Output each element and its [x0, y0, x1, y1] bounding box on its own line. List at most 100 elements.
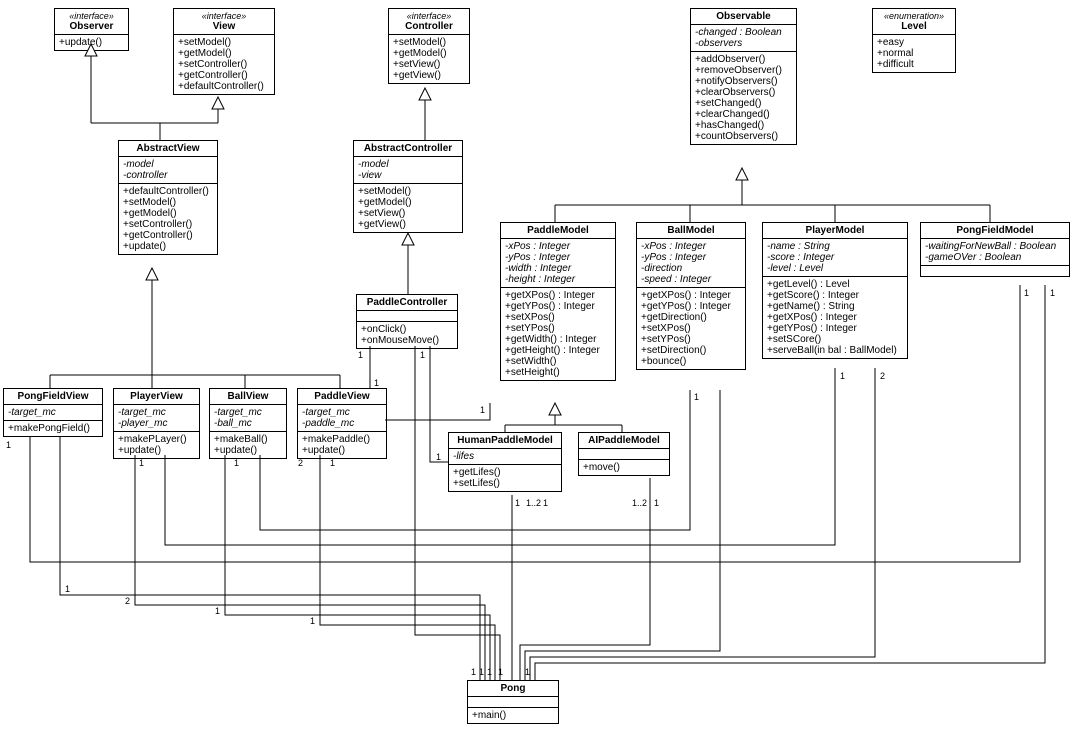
- attr: -speed : Integer: [641, 274, 741, 285]
- stereotype: «enumeration»: [877, 11, 951, 21]
- mult: 1: [65, 584, 70, 594]
- attr: -name : String: [767, 241, 903, 252]
- method: +setXPos(): [641, 323, 741, 334]
- mult: 1: [215, 606, 220, 616]
- method: +getModel(): [123, 208, 213, 219]
- method: +update(): [118, 445, 195, 456]
- mult: 1: [420, 350, 425, 360]
- class-name: BallModel: [641, 225, 741, 236]
- method: +notifyObservers(): [695, 76, 792, 87]
- mult: 1: [487, 667, 492, 677]
- method: +getView(): [393, 70, 465, 81]
- method: +getModel(): [393, 48, 465, 59]
- mult: 1..2: [632, 498, 647, 508]
- method: +makePongField(): [8, 423, 98, 434]
- class-name: Controller: [393, 21, 465, 32]
- class-name: PlayerModel: [767, 225, 903, 236]
- attr: -observers: [695, 38, 792, 49]
- method: +setWidth(): [505, 356, 611, 367]
- method: +getName() : String: [767, 301, 903, 312]
- method: +getXPos() : Integer: [767, 312, 903, 323]
- class-controller: «interface»Controller +setModel() +getMo…: [388, 8, 470, 84]
- method: +defaultController(): [123, 186, 213, 197]
- method: +makePLayer(): [118, 434, 195, 445]
- method: +getYPos() : Integer: [505, 301, 611, 312]
- mult: 1: [525, 667, 530, 677]
- method: +hasChanged(): [695, 120, 792, 131]
- enum-value: +easy: [877, 37, 951, 48]
- method: +update(): [59, 37, 124, 48]
- method: +removeObserver(): [695, 65, 792, 76]
- class-ballview: BallView -target_mc -ball_mc +makeBall()…: [209, 388, 287, 459]
- method: +getHeight() : Integer: [505, 345, 611, 356]
- method: +move(): [583, 462, 665, 473]
- method: +setYPos(): [505, 323, 611, 334]
- mult: 1: [543, 498, 548, 508]
- attr: -level : Level: [767, 263, 903, 274]
- class-name: Observable: [695, 11, 792, 22]
- method: +setView(): [358, 208, 458, 219]
- attr: -target_mc: [118, 407, 195, 418]
- method: +getController(): [178, 70, 270, 81]
- class-name: BallView: [214, 391, 282, 402]
- method: +setModel(): [358, 186, 458, 197]
- attr: -direction: [641, 263, 741, 274]
- attr: -controller: [123, 170, 213, 181]
- class-name: AbstractController: [358, 143, 458, 154]
- method: +setDirection(): [641, 345, 741, 356]
- method: +addObserver(): [695, 54, 792, 65]
- class-observable: Observable -changed : Boolean -observers…: [690, 8, 797, 145]
- class-playermodel: PlayerModel -name : String -score : Inte…: [762, 222, 908, 359]
- class-name: PlayerView: [118, 391, 195, 402]
- method: +getModel(): [358, 197, 458, 208]
- class-observer: «interface»Observer +update(): [54, 8, 129, 51]
- class-name: PaddleController: [361, 297, 453, 308]
- stereotype: «interface»: [393, 11, 465, 21]
- attr: -height : Integer: [505, 274, 611, 285]
- mult: 1: [436, 452, 441, 462]
- method: +setController(): [123, 219, 213, 230]
- method: +update(): [214, 445, 282, 456]
- stereotype: «interface»: [178, 11, 270, 21]
- attr: -target_mc: [214, 407, 282, 418]
- method: +setYPos(): [641, 334, 741, 345]
- method: +defaultController(): [178, 81, 270, 92]
- enum-level: «enumeration»Level +easy +normal +diffic…: [872, 8, 956, 73]
- mult: 1: [374, 378, 379, 388]
- class-paddlemodel: PaddleModel -xPos : Integer -yPos : Inte…: [500, 222, 616, 381]
- method: +getXPos() : Integer: [641, 290, 741, 301]
- method: +setModel(): [123, 197, 213, 208]
- method: +setXPos(): [505, 312, 611, 323]
- method: +setHeight(): [505, 367, 611, 378]
- mult: 1: [654, 498, 659, 508]
- attr: -target_mc: [8, 407, 98, 418]
- method: +getScore() : Integer: [767, 290, 903, 301]
- class-name: PongFieldModel: [925, 225, 1065, 236]
- attr: -gameOVer : Boolean: [925, 252, 1065, 263]
- attr: -width : Integer: [505, 263, 611, 274]
- stereotype: «interface»: [59, 11, 124, 21]
- method: +getYPos() : Integer: [641, 301, 741, 312]
- method: +getView(): [358, 219, 458, 230]
- method: +getLifes(): [453, 467, 557, 478]
- mult: 1: [358, 350, 363, 360]
- method: +getYPos() : Integer: [767, 323, 903, 334]
- attr: -view: [358, 170, 458, 181]
- method: +setChanged(): [695, 98, 792, 109]
- method: +setSCore(): [767, 334, 903, 345]
- class-paddleview: PaddleView -target_mc -paddle_mc +makePa…: [297, 388, 387, 459]
- mult: 1: [1024, 288, 1029, 298]
- mult: 1: [515, 498, 520, 508]
- method: +makePaddle(): [302, 434, 382, 445]
- method: +bounce(): [641, 356, 741, 367]
- method: +getWidth() : Integer: [505, 334, 611, 345]
- attr: -lifes: [453, 451, 557, 462]
- mult: 1: [6, 440, 11, 450]
- method: +update(): [302, 445, 382, 456]
- mult: 1: [310, 616, 315, 626]
- mult: 1: [840, 371, 845, 381]
- attr: -xPos : Integer: [641, 241, 741, 252]
- class-name: Pong: [472, 683, 554, 694]
- method: +countObservers(): [695, 131, 792, 142]
- method: +setModel(): [178, 37, 270, 48]
